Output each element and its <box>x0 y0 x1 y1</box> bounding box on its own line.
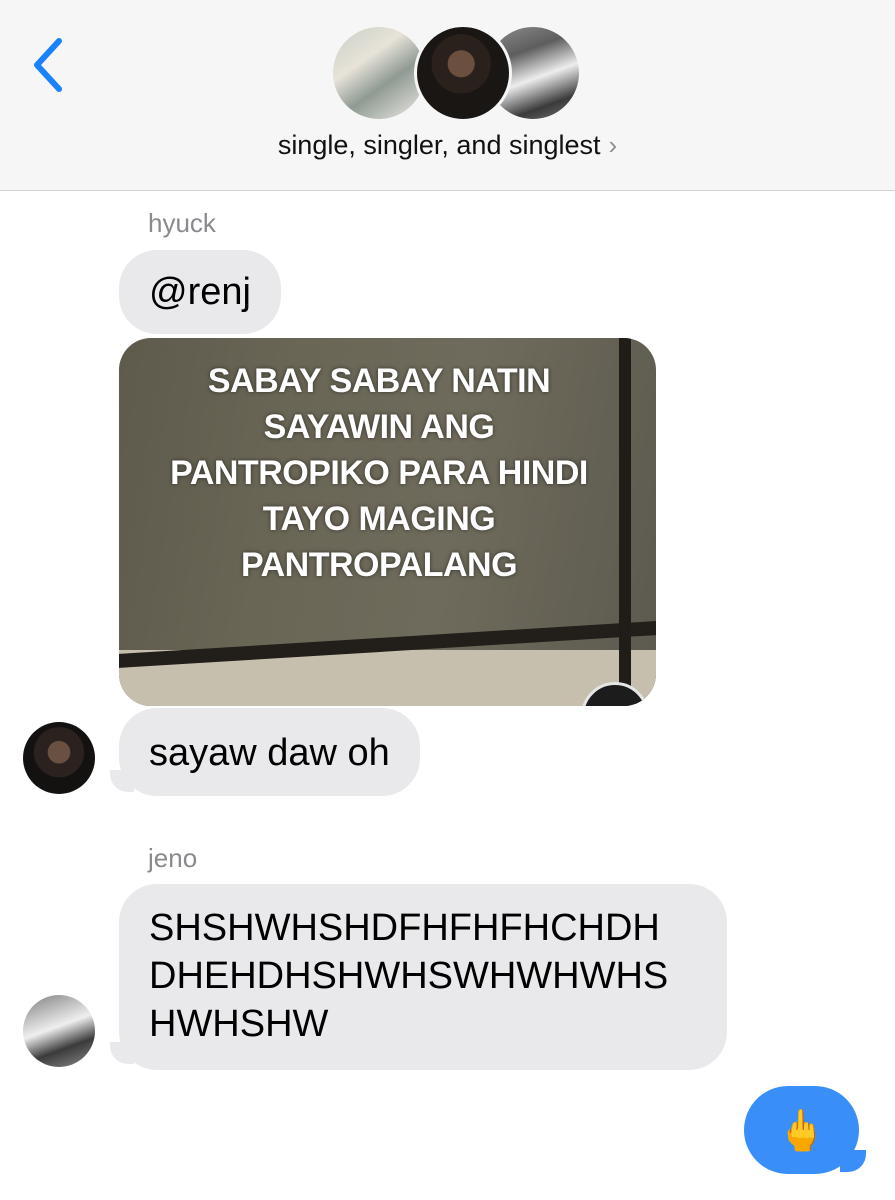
sender-name: hyuck <box>148 208 216 238</box>
message-text: SHSHWHSHDFHFHFHCHDH DHEHDHSHWHSWHWHWHS H… <box>149 907 669 1045</box>
conversation-header: single, singler, and singlest › <box>0 0 895 191</box>
chevron-left-icon <box>34 38 62 92</box>
message-bubble[interactable]: sayaw daw oh <box>119 708 420 796</box>
outgoing-message-bubble[interactable]: 🖕 <box>744 1086 859 1174</box>
chevron-right-icon: › <box>608 130 618 160</box>
avatar <box>414 24 512 122</box>
avatar[interactable] <box>23 722 95 794</box>
media-caption: SABAY SABAY NATIN SAYAWIN ANG PANTROPIKO… <box>170 362 588 584</box>
message-text: sayaw daw oh <box>149 732 390 774</box>
media-frame <box>619 338 631 706</box>
back-button[interactable] <box>24 34 72 96</box>
sender-name: jeno <box>148 843 198 873</box>
group-name: single, singler, and singlest <box>277 130 601 160</box>
group-name-button[interactable]: single, singler, and singlest › <box>0 130 895 161</box>
message-bubble[interactable]: @renj <box>119 250 281 334</box>
group-avatars[interactable] <box>330 24 582 122</box>
message-text: @renj <box>149 271 251 313</box>
message-bubble[interactable]: SHSHWHSHDFHFHFHCHDH DHEHDHSHWHSWHWHWHS H… <box>119 884 727 1070</box>
media-message[interactable]: SABAY SABAY NATIN SAYAWIN ANG PANTROPIKO… <box>119 338 656 706</box>
message-emoji: 🖕 <box>776 1108 827 1153</box>
avatar[interactable] <box>23 995 95 1067</box>
